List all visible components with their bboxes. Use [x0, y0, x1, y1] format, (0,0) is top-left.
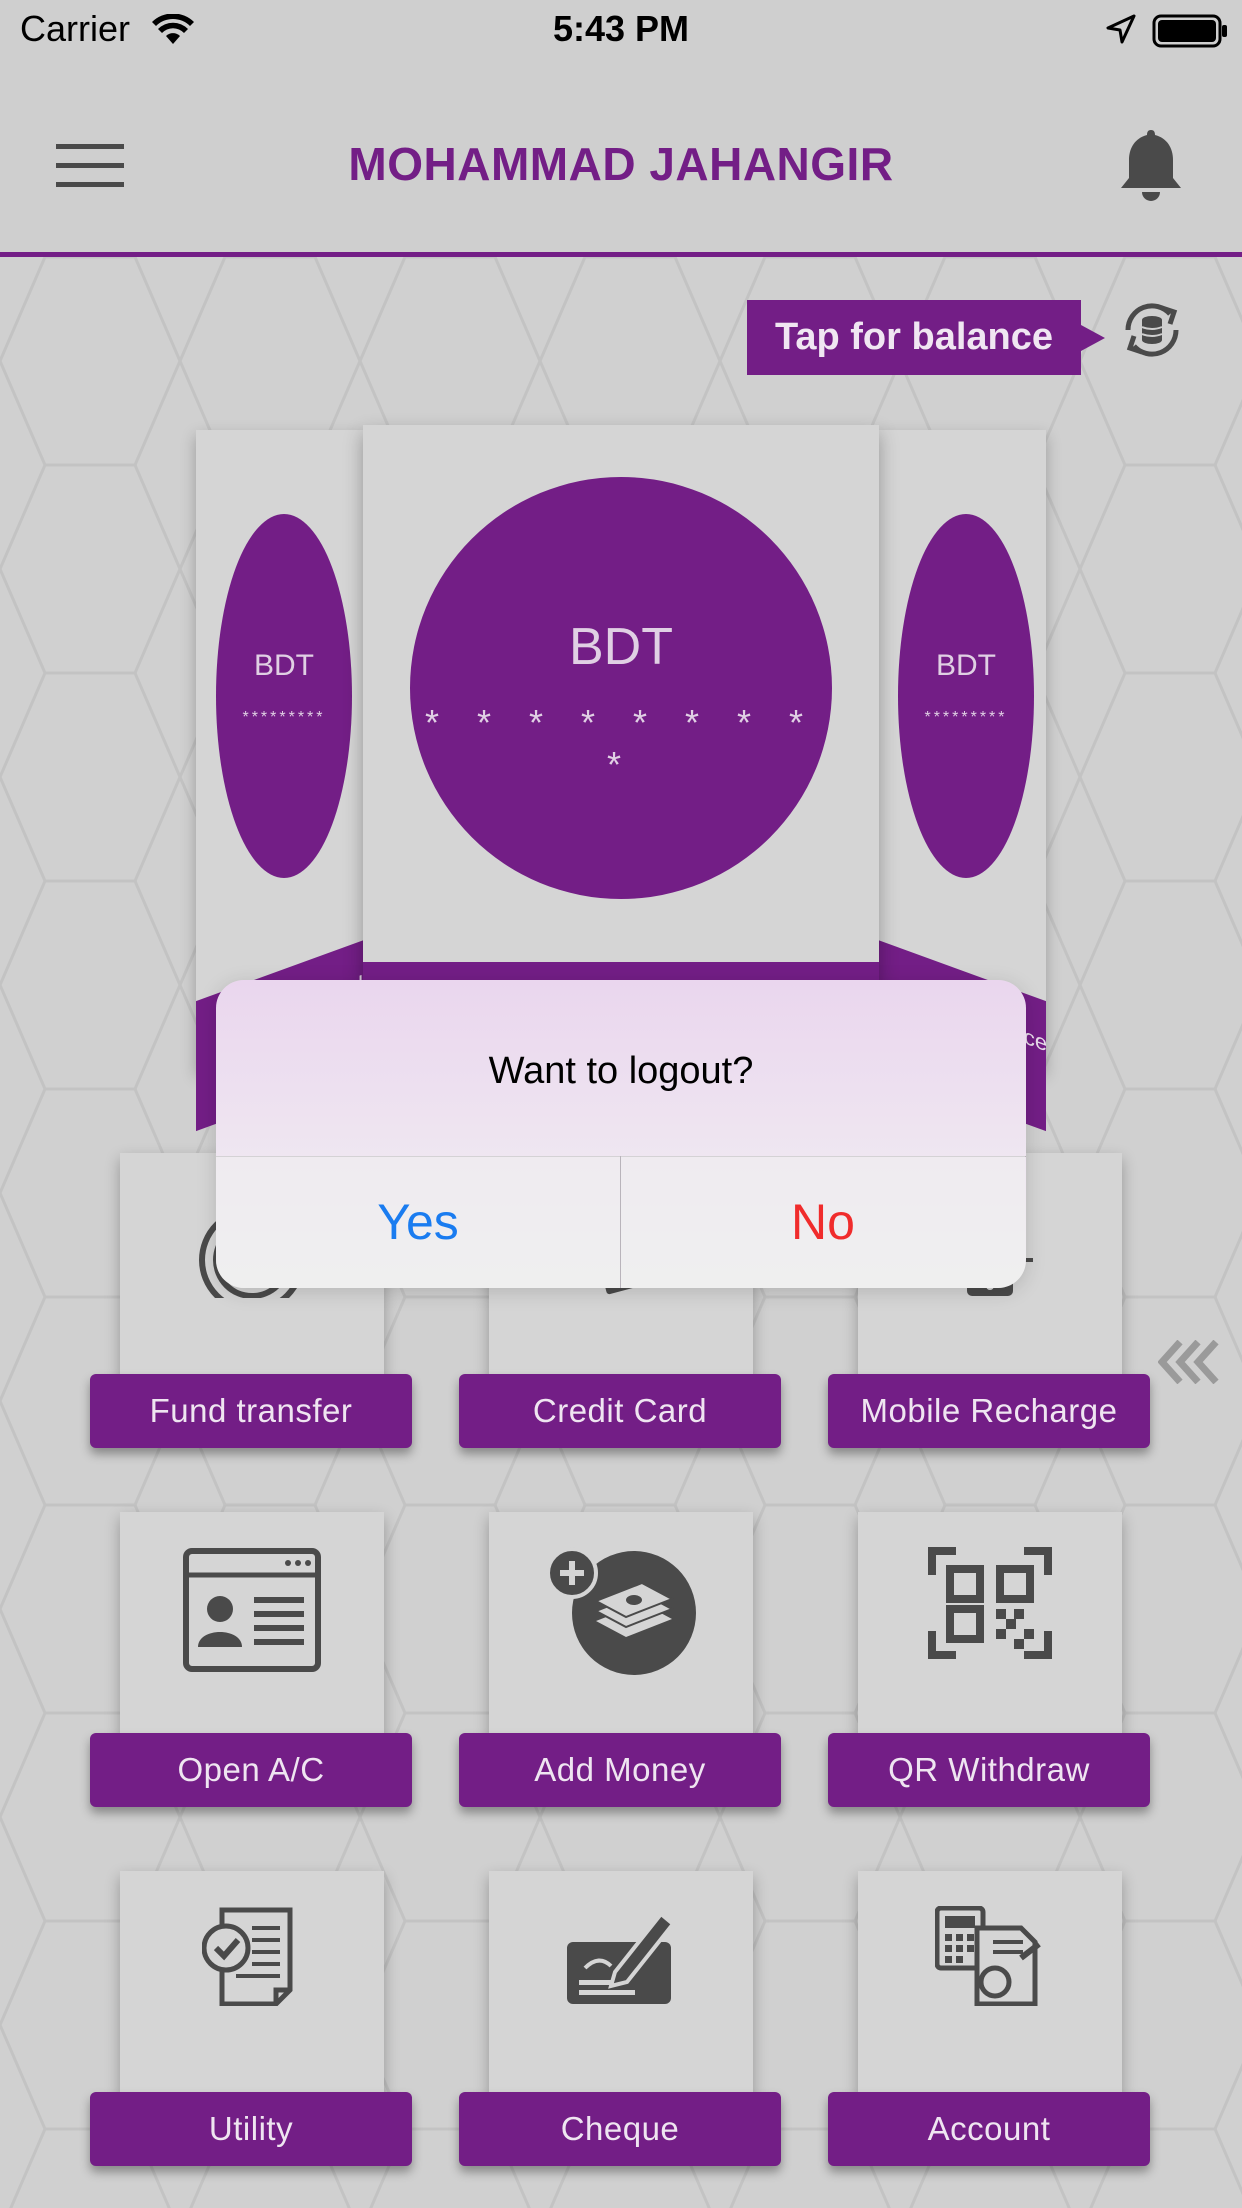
utility-tile[interactable] — [120, 1871, 384, 2101]
account-button[interactable]: Account — [828, 2092, 1150, 2166]
credit-card-label: Credit Card — [532, 1392, 708, 1429]
balance-refresh-icon[interactable] — [1118, 296, 1186, 364]
dps-balance-card[interactable]: BDT ********* DPS/PT Balance — [196, 430, 411, 1132]
add-money-label: Add Money — [534, 1751, 706, 1788]
main-balance-card[interactable]: BDT * * * * * * * * * — [363, 425, 879, 1002]
yes-button[interactable]: Yes — [216, 1156, 620, 1288]
status-bar: Carrier 5:43 PM — [0, 0, 1242, 64]
double-chevron-left-icon[interactable] — [1158, 1340, 1224, 1384]
battery-icon — [1152, 14, 1227, 48]
utility-label: Utility — [208, 2110, 294, 2147]
cheque-button[interactable]: Cheque — [459, 2092, 781, 2166]
notification-bell-icon[interactable] — [1118, 126, 1184, 206]
tap-for-balance-label: Tap for balance — [774, 316, 1054, 358]
qr-withdraw-tile[interactable] — [858, 1512, 1122, 1742]
mtdr-masked-balance: ********* — [924, 709, 1008, 726]
logout-dialog: Want to logout? Yes No — [216, 980, 1026, 1288]
utility-button[interactable]: Utility — [90, 2092, 412, 2166]
open-account-label: Open A/C — [177, 1751, 325, 1788]
qr-withdraw-button[interactable]: QR Withdraw — [828, 1733, 1150, 1807]
dps-balance-circle: BDT ********* — [216, 514, 352, 878]
main-currency: BDT — [569, 618, 673, 676]
mobile-recharge-label: Mobile Recharge — [860, 1392, 1118, 1429]
cheque-label: Cheque — [560, 2110, 680, 2147]
dps-currency: BDT — [254, 649, 314, 682]
dialog-message: Want to logout? — [488, 1050, 754, 1092]
app-header: MOHAMMAD JAHANGIR — [0, 64, 1242, 257]
add-money-tile[interactable] — [489, 1512, 753, 1742]
mobile-recharge-button[interactable]: Mobile Recharge — [828, 1374, 1150, 1448]
mtdr-balance-card[interactable]: BDT ********* MTDR Balance — [878, 430, 1047, 1132]
account-statement-icon — [858, 1906, 1122, 2006]
page-title: MOHAMMAD JAHANGIR — [348, 138, 894, 190]
qr-withdraw-label: QR Withdraw — [888, 1751, 1090, 1788]
mtdr-balance-circle: BDT ********* — [898, 514, 1034, 878]
fund-transfer-button[interactable]: Fund transfer — [90, 1374, 412, 1448]
no-button[interactable]: No — [621, 1156, 1025, 1288]
mtdr-currency: BDT — [936, 649, 996, 682]
cheque-tile[interactable] — [489, 1871, 753, 2101]
main-masked-balance: * * * * * * * * * — [424, 702, 818, 785]
add-money-icon — [489, 1547, 753, 1677]
dps-masked-balance: ********* — [242, 709, 326, 726]
clock: 5:43 PM — [552, 8, 690, 49]
main-balance-circle: BDT * * * * * * * * * — [410, 477, 832, 899]
open-account-button[interactable]: Open A/C — [90, 1733, 412, 1807]
add-money-button[interactable]: Add Money — [459, 1733, 781, 1807]
tap-for-balance-button[interactable]: Tap for balance — [747, 300, 1105, 375]
account-label: Account — [927, 2110, 1051, 2147]
open-account-icon — [120, 1547, 384, 1677]
location-arrow-icon — [1106, 14, 1136, 44]
open-account-tile[interactable] — [120, 1512, 384, 1742]
credit-card-button[interactable]: Credit Card — [459, 1374, 781, 1448]
account-tile[interactable] — [858, 1871, 1122, 2101]
cheque-icon — [489, 1906, 753, 2006]
qr-code-icon — [858, 1547, 1122, 1659]
fund-transfer-label: Fund transfer — [149, 1392, 353, 1429]
utility-bill-icon — [120, 1906, 384, 2006]
